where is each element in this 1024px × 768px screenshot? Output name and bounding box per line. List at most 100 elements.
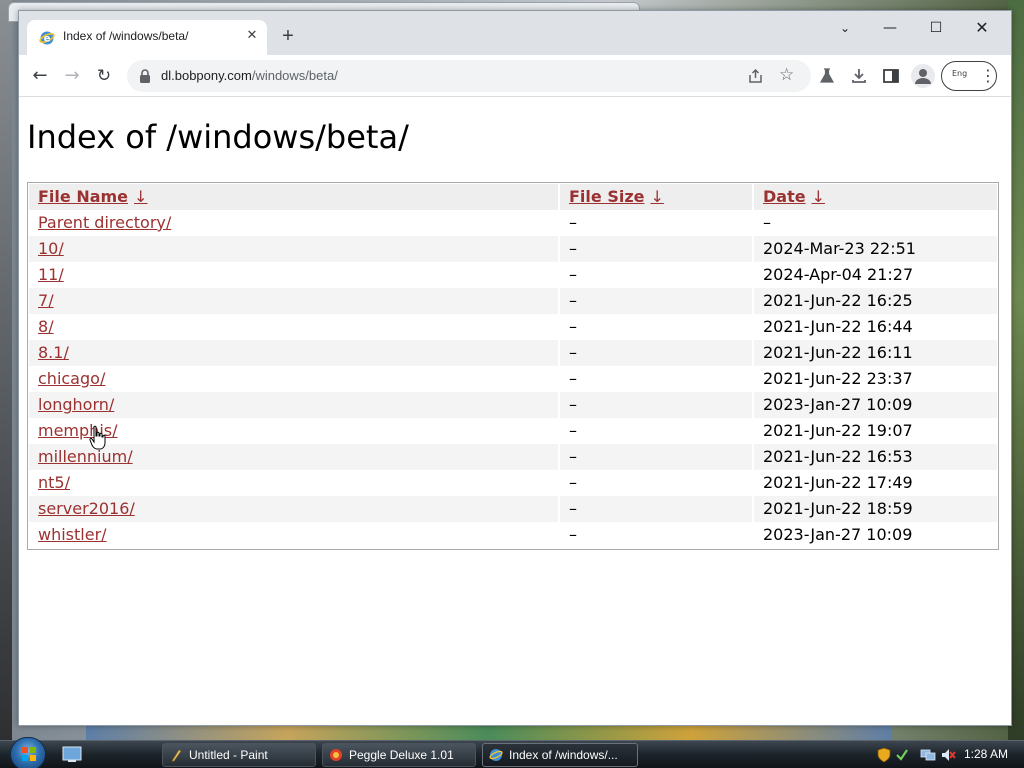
directory-slash: / <box>129 499 135 518</box>
sort-date-link[interactable]: Date ↓ <box>763 187 825 206</box>
tab-search-chevron-icon[interactable]: ⌄ <box>825 15 865 41</box>
bookmark-star-icon[interactable]: ☆ <box>779 65 794 85</box>
extension-pill-label: Eng <box>952 69 968 78</box>
date-cell: 2021-Jun-22 19:07 <box>763 421 913 440</box>
date-cell: 2024-Apr-04 21:27 <box>763 265 914 284</box>
svg-text:e: e <box>44 34 51 45</box>
date-cell: 2021-Jun-22 18:59 <box>754 496 997 522</box>
directory-link[interactable]: whistler/ <box>38 525 107 544</box>
table-row: 7/ –2021-Jun-22 16:25 <box>29 288 997 314</box>
forward-button[interactable]: → <box>59 63 85 89</box>
labs-flask-icon[interactable] <box>817 66 837 86</box>
directory-name: Parent directory <box>38 213 166 232</box>
date-cell: 2023-Jan-27 10:09 <box>763 525 913 544</box>
file-name-cell: nt5/ <box>29 470 558 496</box>
ie-favicon-icon: e <box>39 31 55 45</box>
system-tray: 1:28 AM <box>868 741 1024 768</box>
file-listing-table: File Name ↓ File Size ↓ Date ↓ Parent direc… <box>27 182 999 550</box>
directory-slash: / <box>108 395 115 414</box>
file-name-cell: chicago/ <box>29 366 558 392</box>
back-button[interactable]: ← <box>27 63 53 89</box>
minimize-button[interactable]: — <box>870 15 910 41</box>
directory-link[interactable]: 7/ <box>38 291 54 310</box>
sort-file-name-link[interactable]: File Name ↓ <box>38 187 147 206</box>
address-bar[interactable]: dl.bobpony.com/windows/beta/ ☆ <box>127 60 811 92</box>
directory-link[interactable]: 8.1/ <box>38 343 69 362</box>
file-size-cell: – <box>569 265 577 284</box>
directory-slash: / <box>63 343 69 362</box>
directory-slash: / <box>48 291 54 310</box>
date-cell: 2021-Jun-22 17:49 <box>763 473 913 492</box>
tab-title: Index of /windows/beta/ <box>63 29 189 43</box>
directory-link[interactable]: 10/ <box>38 239 64 258</box>
show-desktop-icon[interactable] <box>62 746 82 763</box>
reload-button[interactable]: ↻ <box>91 63 117 89</box>
start-button[interactable] <box>10 737 46 768</box>
close-window-button[interactable]: ✕ <box>962 15 1002 41</box>
taskbar-item-peggle[interactable]: Peggle Deluxe 1.01 <box>322 743 476 767</box>
directory-link[interactable]: nt5/ <box>38 473 70 492</box>
header-file-size: File Size ↓ <box>560 184 752 210</box>
file-name-cell: millennium/ <box>29 444 558 470</box>
directory-link[interactable]: 11/ <box>38 265 64 284</box>
directory-slash: / <box>127 447 133 466</box>
maximize-button[interactable]: ☐ <box>916 15 956 41</box>
table-row: 10/ –2024-Mar-23 22:51 <box>29 236 997 262</box>
share-icon[interactable] <box>747 67 765 85</box>
directory-link[interactable]: chicago/ <box>38 369 105 388</box>
security-shield-icon[interactable] <box>876 747 892 763</box>
table-row: Parent directory/ – – <box>29 210 997 236</box>
new-tab-button[interactable]: + <box>277 25 299 47</box>
taskbar-item-label: Index of /windows/... <box>509 748 618 762</box>
page-title: Index of /windows/beta/ <box>27 118 409 156</box>
volume-muted-icon[interactable] <box>940 747 956 763</box>
table-row: whistler/ – 2023-Jan-27 10:09 <box>29 522 997 548</box>
directory-link[interactable]: Parent directory/ <box>38 213 171 232</box>
header-file-name-label: File Name <box>38 187 129 206</box>
file-size-cell: – <box>560 444 752 470</box>
page-content: Index of /windows/beta/ File Name ↓ File … <box>19 98 1011 725</box>
sort-file-size-link[interactable]: File Size ↓ <box>569 187 664 206</box>
table-row: longhorn/ –2023-Jan-27 10:09 <box>29 392 997 418</box>
table-row: memphis/– 2021-Jun-22 19:07 <box>29 418 997 444</box>
directory-link[interactable]: server2016/ <box>38 499 135 518</box>
file-name-cell: 8/ <box>29 314 558 340</box>
directory-slash: / <box>101 525 107 544</box>
directory-link[interactable]: longhorn/ <box>38 395 114 414</box>
directory-link[interactable]: 8/ <box>38 317 54 336</box>
download-icon[interactable] <box>849 66 869 86</box>
file-name-cell: 7/ <box>29 288 558 314</box>
tab-strip: e Index of /windows/beta/ ✕ + ⌄ — ☐ ✕ <box>19 11 1011 55</box>
file-size-cell: – <box>560 392 752 418</box>
file-size-cell: – <box>560 236 752 262</box>
file-name-cell: server2016/ <box>29 496 558 522</box>
table-row: 8.1/ –2021-Jun-22 16:11 <box>29 340 997 366</box>
browser-icon <box>489 749 503 761</box>
extension-menu-pill[interactable]: Eng ⋮ <box>941 61 997 91</box>
directory-link[interactable]: millennium/ <box>38 447 133 466</box>
date-cell: 2023-Jan-27 10:09 <box>754 392 997 418</box>
windows-logo-icon <box>22 747 36 761</box>
taskbar-item-paint[interactable]: Untitled - Paint <box>162 743 316 767</box>
header-date: Date ↓ <box>754 184 997 210</box>
tab-close-icon[interactable]: ✕ <box>243 27 261 45</box>
directory-slash: / <box>64 473 70 492</box>
directory-name: millennium <box>38 447 128 466</box>
file-size-cell: – <box>560 496 752 522</box>
menu-dots-icon[interactable]: ⋮ <box>980 66 996 86</box>
table-row: millennium/ –2021-Jun-22 16:53 <box>29 444 997 470</box>
profile-avatar-icon[interactable] <box>911 64 935 88</box>
hand-cursor-icon <box>89 425 106 450</box>
table-row: server2016/ –2021-Jun-22 18:59 <box>29 496 997 522</box>
table-body: Parent directory/– –10/–2024-Mar-23 22:51… <box>29 210 997 548</box>
lock-icon[interactable] <box>139 69 151 83</box>
taskbar-clock[interactable]: 1:28 AM <box>964 747 1008 761</box>
side-panel-icon[interactable] <box>881 66 901 86</box>
directory-slash: / <box>58 239 64 258</box>
taskbar-item-label: Peggle Deluxe 1.01 <box>349 748 454 762</box>
network-icon[interactable] <box>920 747 936 763</box>
table-header-row: File Name ↓ File Size ↓ Date ↓ <box>29 184 997 210</box>
tab-active[interactable]: e Index of /windows/beta/ ✕ <box>27 20 267 55</box>
update-check-icon[interactable] <box>894 747 910 763</box>
taskbar-item-browser[interactable]: Index of /windows/... <box>482 743 638 767</box>
